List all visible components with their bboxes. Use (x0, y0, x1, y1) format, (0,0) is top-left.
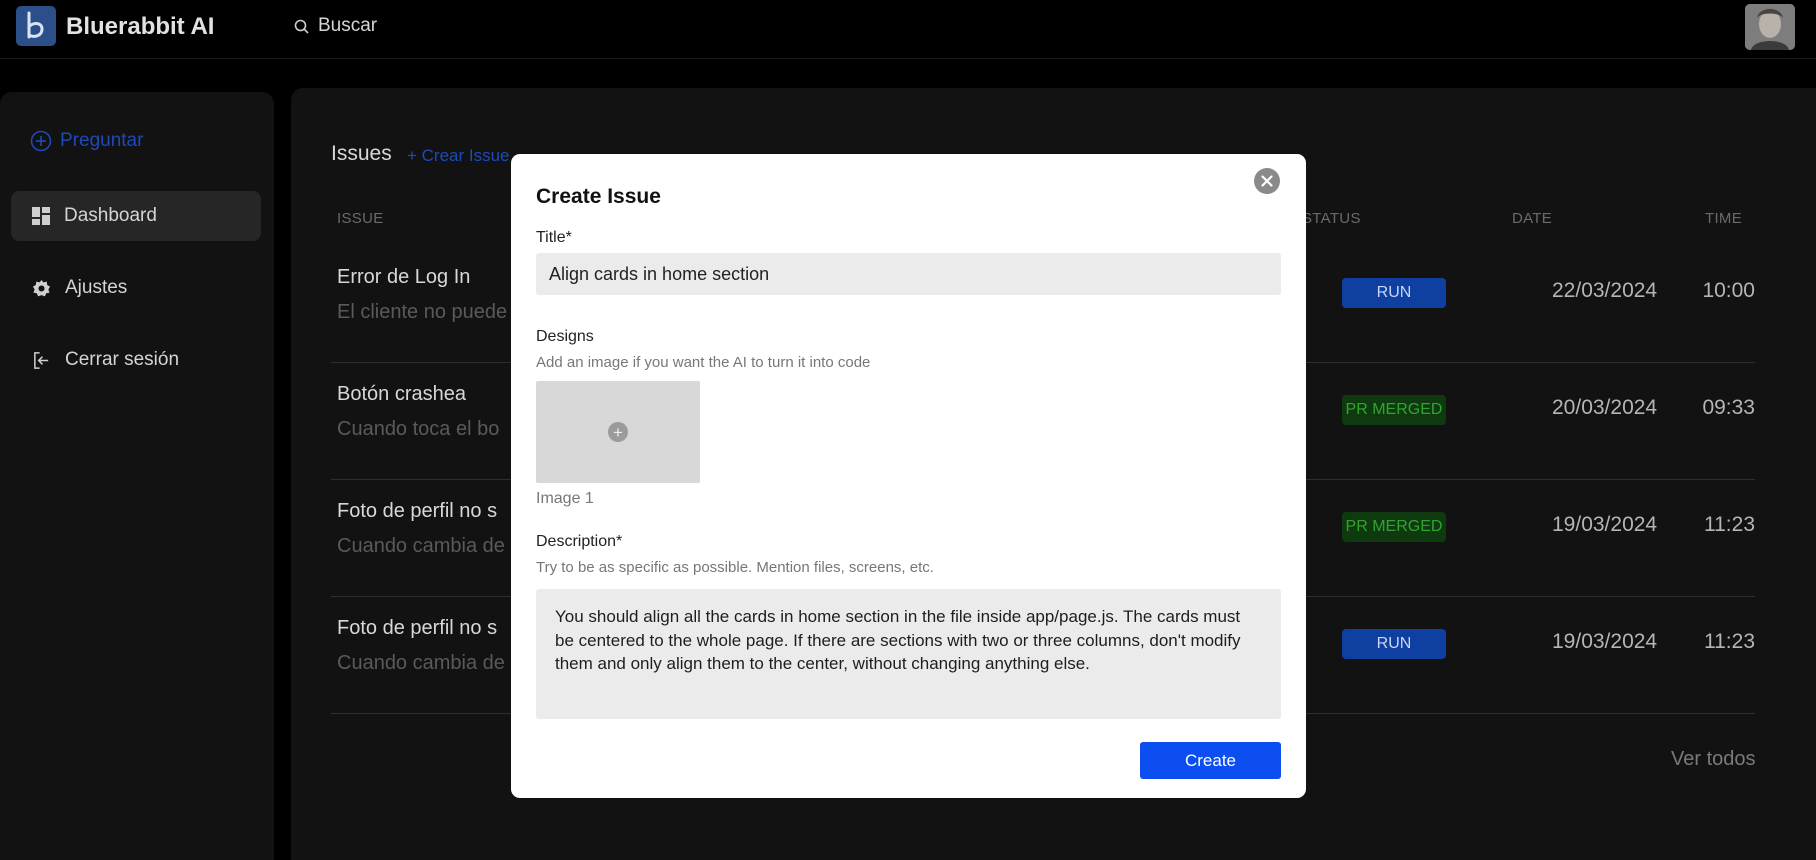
status-badge: RUN (1342, 629, 1446, 659)
title-field[interactable] (536, 253, 1281, 295)
issue-time: 10:00 (1702, 279, 1755, 302)
create-issue-modal: Create Issue Title* Designs Add an image… (511, 154, 1306, 798)
modal-title: Create Issue (536, 185, 661, 208)
title-label: Title* (536, 229, 572, 246)
status-badge: RUN (1342, 278, 1446, 308)
description-hint: Try to be as specific as possible. Menti… (536, 559, 934, 576)
avatar[interactable] (1745, 4, 1795, 50)
image-upload-slot[interactable]: + (536, 381, 700, 483)
issue-subtitle: El cliente no puede (337, 301, 508, 323)
column-header-issue: ISSUE (337, 210, 384, 227)
issue-title: Botón crashea (337, 383, 466, 405)
sidebar-item-dashboard[interactable]: Dashboard (11, 191, 261, 241)
gear-icon (32, 279, 51, 296)
search-input[interactable]: Buscar (318, 15, 377, 37)
issue-subtitle: Cuando cambia de (337, 652, 505, 674)
designs-hint: Add an image if you want the AI to turn … (536, 354, 871, 371)
column-header-date: DATE (1512, 210, 1553, 227)
sidebar-item-settings[interactable]: Ajustes (11, 263, 261, 313)
status-badge: PR MERGED (1342, 512, 1446, 542)
sidebar-item-logout[interactable]: Cerrar sesión (11, 335, 261, 385)
logo-icon[interactable] (16, 6, 56, 46)
issue-title: Foto de perfil no s (337, 617, 498, 639)
issue-date: 20/03/2024 (1552, 396, 1658, 419)
issue-time: 11:23 (1704, 513, 1755, 536)
description-field[interactable]: You should align all the cards in home s… (536, 589, 1281, 719)
status-badge: PR MERGED (1342, 395, 1446, 425)
ask-button[interactable]: Preguntar (30, 130, 143, 152)
logout-icon (34, 351, 49, 369)
image-label: Image 1 (536, 490, 594, 507)
designs-label: Designs (536, 328, 594, 345)
page-title: Issues (331, 142, 392, 165)
top-bar: Bluerabbit AI Buscar (0, 0, 1816, 59)
see-all-link[interactable]: Ver todos (1671, 748, 1756, 771)
add-image-icon: + (608, 422, 628, 442)
close-icon (1261, 175, 1273, 187)
create-issue-link[interactable]: + Crear Issue (407, 146, 510, 166)
sidebar: Preguntar Dashboard Ajustes Cerrar sesió… (0, 92, 274, 860)
issue-time: 09:33 (1702, 396, 1755, 419)
plus-circle-icon (30, 130, 52, 152)
search-icon[interactable] (294, 19, 310, 40)
close-button[interactable] (1254, 168, 1280, 194)
issue-subtitle: Cuando toca el bo (337, 418, 500, 440)
issue-date: 19/03/2024 (1552, 630, 1658, 653)
dashboard-icon (32, 207, 50, 225)
sidebar-item-label: Cerrar sesión (65, 349, 180, 370)
issue-subtitle: Cuando cambia de (337, 535, 505, 557)
column-header-status: STATUS (1302, 210, 1361, 227)
sidebar-item-label: Dashboard (64, 205, 157, 226)
issue-title: Foto de perfil no s (337, 500, 498, 522)
issue-title: Error de Log In (337, 266, 471, 288)
issue-date: 19/03/2024 (1552, 513, 1658, 536)
create-button[interactable]: Create (1140, 742, 1281, 779)
app-name: Bluerabbit AI (66, 13, 215, 40)
description-label: Description* (536, 533, 623, 550)
issue-date: 22/03/2024 (1552, 279, 1658, 302)
column-header-time: TIME (1705, 210, 1743, 227)
sidebar-item-label: Ajustes (65, 277, 128, 298)
issue-time: 11:23 (1704, 630, 1755, 653)
ask-label: Preguntar (60, 130, 144, 151)
